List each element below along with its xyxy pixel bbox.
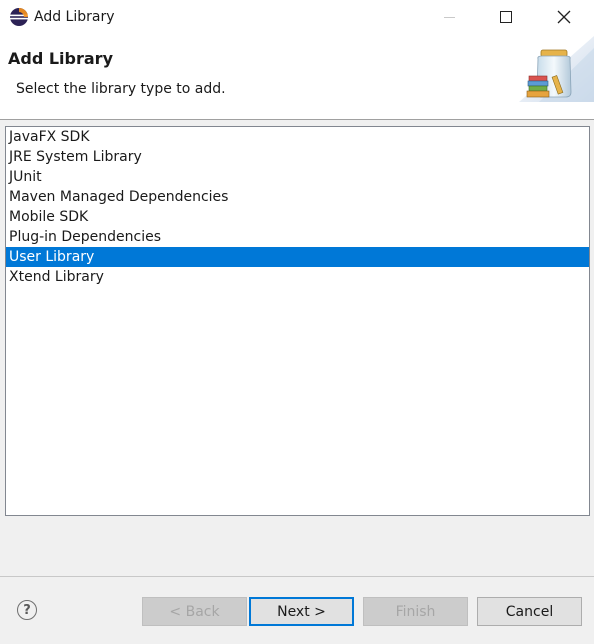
cancel-button[interactable]: Cancel (477, 597, 582, 626)
list-item-plug-in-dependencies[interactable]: Plug-in Dependencies (6, 227, 589, 247)
page-description: Select the library type to add. (16, 81, 226, 97)
header-separator (0, 119, 594, 120)
list-item-maven-managed-dependencies[interactable]: Maven Managed Dependencies (6, 187, 589, 207)
maximize-icon (500, 11, 512, 23)
window-title: Add Library (34, 9, 115, 25)
page-title: Add Library (8, 49, 113, 68)
help-button[interactable]: ? (17, 600, 37, 620)
close-icon (557, 10, 571, 24)
window-title-bar: Add Library (0, 0, 594, 36)
list-item-xtend-library[interactable]: Xtend Library (6, 267, 589, 287)
list-item-jre-system-library[interactable]: JRE System Library (6, 147, 589, 167)
library-type-list[interactable]: JavaFX SDK JRE System Library JUnit Mave… (5, 126, 590, 516)
list-item-javafx-sdk[interactable]: JavaFX SDK (6, 127, 589, 147)
eclipse-icon (10, 8, 28, 26)
close-button[interactable] (541, 0, 587, 34)
list-item-user-library[interactable]: User Library (6, 247, 589, 267)
list-item-mobile-sdk[interactable]: Mobile SDK (6, 207, 589, 227)
library-jar-icon (519, 36, 594, 102)
minimize-button[interactable] (426, 0, 472, 34)
minimize-icon (443, 16, 455, 18)
help-icon: ? (23, 602, 31, 618)
finish-button[interactable]: Finish (363, 597, 468, 626)
list-item-junit[interactable]: JUnit (6, 167, 589, 187)
next-button[interactable]: Next > (249, 597, 354, 626)
maximize-button[interactable] (483, 0, 529, 34)
button-bar-separator (0, 576, 594, 577)
back-button[interactable]: < Back (142, 597, 247, 626)
wizard-header: Add Library Select the library type to a… (0, 36, 594, 119)
